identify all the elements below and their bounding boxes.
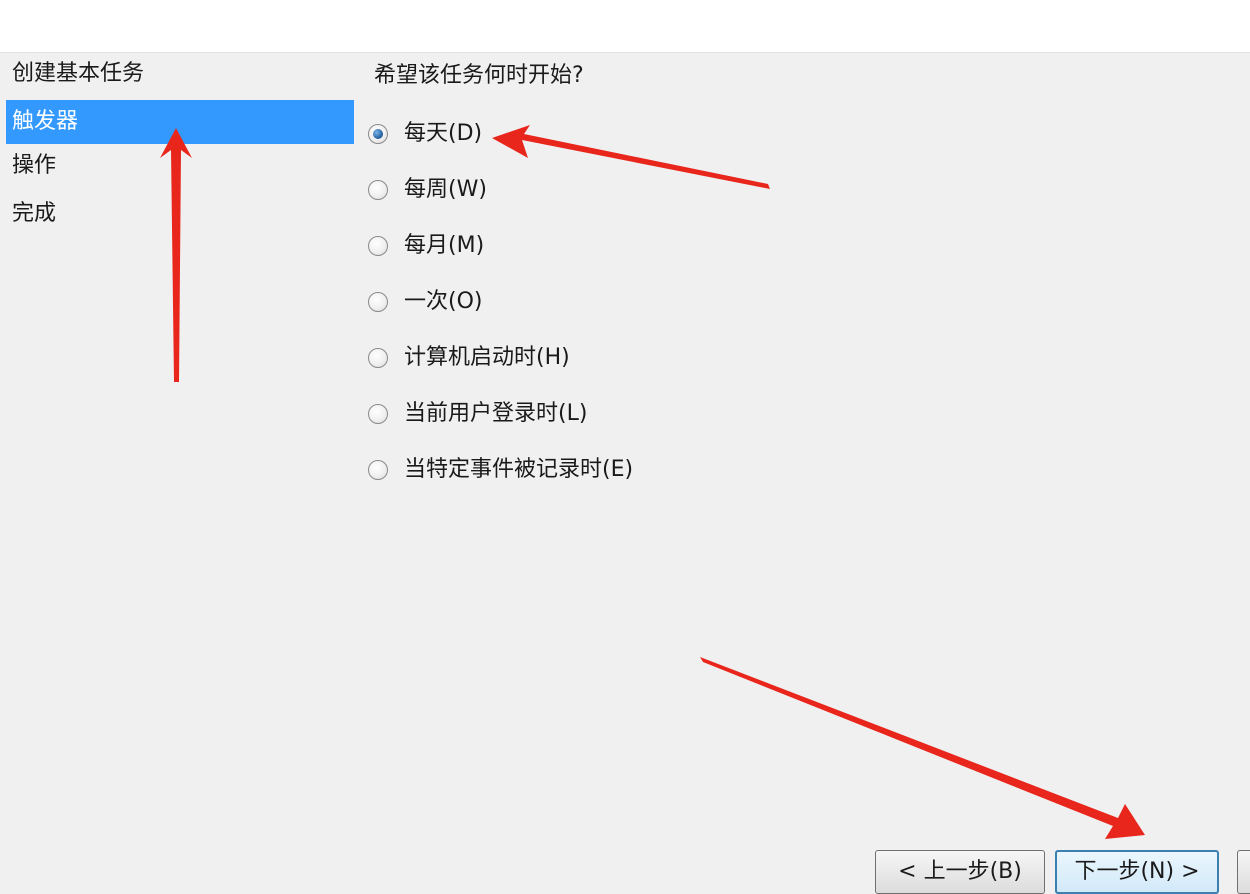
option-at-logon[interactable]: 当前用户登录时(L) [368, 396, 587, 432]
cancel-button-partial[interactable] [1237, 850, 1250, 894]
option-daily[interactable]: 每天(D) [368, 116, 482, 152]
header-strip [0, 0, 1250, 53]
option-weekly[interactable]: 每周(W) [368, 172, 487, 208]
sidebar-item-trigger[interactable]: 触发器 [6, 100, 354, 144]
option-on-event-label: 当特定事件被记录时(E) [404, 457, 634, 482]
option-monthly[interactable]: 每月(M) [368, 228, 484, 264]
option-once[interactable]: 一次(O) [368, 284, 482, 320]
radio-once[interactable] [368, 292, 388, 312]
option-at-startup[interactable]: 计算机启动时(H) [368, 340, 570, 376]
sidebar-item-finish[interactable]: 完成 [6, 192, 354, 236]
sidebar-item-action[interactable]: 操作 [6, 144, 354, 188]
radio-daily[interactable] [368, 124, 388, 144]
radio-monthly[interactable] [368, 236, 388, 256]
option-on-event[interactable]: 当特定事件被记录时(E) [368, 452, 633, 488]
next-button[interactable]: 下一步(N) > [1055, 850, 1219, 894]
page-question: 希望该任务何时开始? [374, 63, 584, 88]
option-at-logon-label: 当前用户登录时(L) [404, 401, 588, 426]
radio-weekly[interactable] [368, 180, 388, 200]
back-button[interactable]: < 上一步(B) [875, 850, 1045, 894]
option-weekly-label: 每周(W) [404, 177, 487, 202]
wizard-steps-sidebar: 创建基本任务 触发器 操作 完成 [0, 52, 356, 886]
trigger-panel: 希望该任务何时开始? 每天(D) 每周(W) 每月(M) 一次(O) 计算机启动… [356, 52, 1250, 886]
sidebar-item-create-basic-task[interactable]: 创建基本任务 [6, 52, 354, 96]
option-daily-label: 每天(D) [404, 121, 483, 146]
radio-at-logon[interactable] [368, 404, 388, 424]
option-once-label: 一次(O) [404, 289, 483, 314]
option-at-startup-label: 计算机启动时(H) [404, 345, 570, 370]
radio-at-startup[interactable] [368, 348, 388, 368]
option-monthly-label: 每月(M) [404, 233, 485, 258]
radio-on-event[interactable] [368, 460, 388, 480]
